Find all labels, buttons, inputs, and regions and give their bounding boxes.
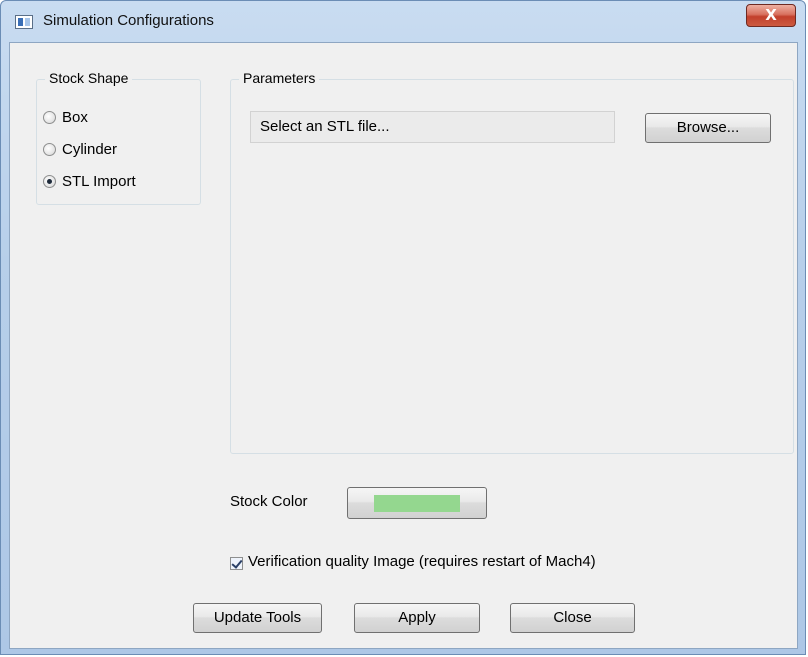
radio-box[interactable] [43,110,56,124]
apply-button[interactable]: Apply [354,603,480,633]
browse-button[interactable]: Browse... [645,113,771,143]
stock-color-label: Stock Color [230,493,308,510]
radio-cylinder[interactable] [43,142,56,156]
stock-shape-group-label: Stock Shape [45,70,133,86]
radio-box-label: Box [62,108,88,126]
verification-quality-checkbox[interactable] [230,557,243,570]
title-bar[interactable]: Simulation Configurations X [1,1,805,41]
dialog-window: Simulation Configurations X Stock Shape … [0,0,806,655]
parameters-group-label: Parameters [239,70,320,86]
stl-file-path-field[interactable]: Select an STL file... [250,111,615,143]
radio-option-cylinder[interactable]: Cylinder [43,140,117,158]
radio-option-box[interactable]: Box [43,108,88,126]
close-button[interactable]: Close [510,603,635,633]
stock-color-button[interactable] [347,487,487,519]
stock-color-swatch [374,495,460,512]
window-title: Simulation Configurations [43,12,214,29]
dialog-client-area: Stock Shape Box Cylinder STL Import Para… [9,42,798,649]
radio-cylinder-label: Cylinder [62,140,118,158]
app-window-icon [15,15,33,29]
stock-shape-group: Stock Shape Box Cylinder STL Import [36,70,201,205]
radio-stl-import-label: STL Import [62,172,136,190]
window-close-button[interactable]: X [746,4,796,27]
radio-stl-import[interactable] [43,174,56,188]
update-tools-button[interactable]: Update Tools [193,603,322,633]
radio-option-stl-import[interactable]: STL Import [43,172,136,190]
verification-quality-label: Verification quality Image (requires res… [248,553,596,570]
